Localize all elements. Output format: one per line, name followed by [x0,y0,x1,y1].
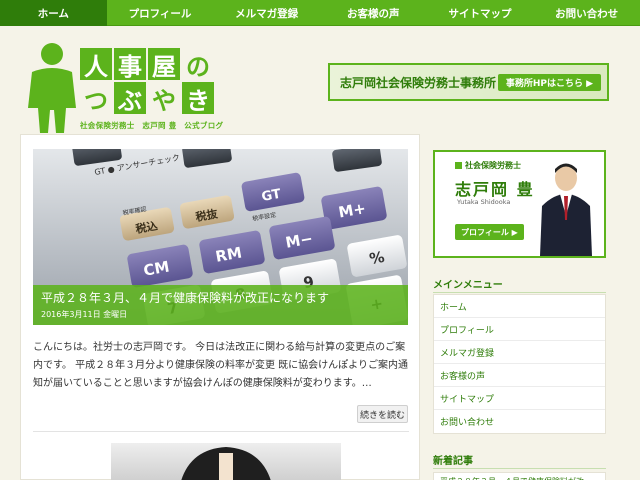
menu-item-home[interactable]: ホーム [434,295,605,318]
logo-char: 人 [80,48,112,81]
logo-title-row-2: つ ぶ や き [80,82,214,115]
read-more-button[interactable]: 続きを読む [357,405,408,423]
profile-button[interactable]: プロフィール ▶ [455,224,524,240]
post-excerpt: こんにちは。社労士の志戸岡です。 今日は法改正に関わる給与計算の変更点のご案内で… [33,342,408,389]
office-hp-button[interactable]: 事務所HPはこちら ▶ [497,74,601,91]
menu-item-profile[interactable]: プロフィール [434,318,605,341]
menu-item-contact[interactable]: お問い合わせ [434,410,605,433]
logo-char: 屋 [148,48,180,81]
profile-roman-name: Yutaka Shidooka [457,198,511,206]
nav-contact[interactable]: お問い合わせ [533,0,640,26]
logo-title-row-1: 人 事 屋 の [80,48,214,81]
post-title[interactable]: 平成２８年３月、４月で健康保険料が改正になります [41,289,329,306]
menu-item-newsletter[interactable]: メルマガ登録 [434,341,605,364]
logo-char: 事 [114,48,146,81]
office-name: 志戸岡社会保険労務士事務所 [340,76,497,90]
logo-subtitle: 社会保険労務士 志戸岡 豊 公式ブログ [80,121,224,130]
main-menu-heading: メインメニュー [433,280,503,291]
person-illustration [181,447,271,480]
logo-person-silhouette [28,43,76,133]
profile-photo [540,163,592,256]
logo-char: き [182,82,214,115]
nav-profile[interactable]: プロフィール [107,0,214,26]
office-banner[interactable]: 志戸岡社会保険労務士事務所 事務所HPはこちら ▶ [328,63,609,101]
logo-char: の [186,52,210,81]
sidebar: 社会保険労務士 志戸岡 豊 Yutaka Shidooka プロフィール ▶ メ… [430,134,620,480]
profile-name: 志戸岡 豊 [455,180,535,199]
main-content: GT ● アンサーチェック 税込 税率確認 税抜 GT 税率設定 M+ CM R… [20,134,420,480]
main-menu: ホーム プロフィール メルマガ登録 お客様の声 サイトマップ お問い合わせ [433,294,606,434]
logo-char: つ [84,86,108,115]
nav-testimonials[interactable]: お客様の声 [320,0,427,26]
post-hero-image[interactable]: GT ● アンサーチェック 税込 税率確認 税抜 GT 税率設定 M+ CM R… [33,149,408,325]
post-divider [33,431,409,432]
main-menu-heading-rule [433,292,606,293]
profile-card[interactable]: 社会保険労務士 志戸岡 豊 Yutaka Shidooka プロフィール ▶ [433,150,606,258]
recent-post-item[interactable]: 平成２８年３月、４月で健康保険料が改 [433,472,606,480]
site-header: 人 事 屋 の つ ぶ や き 社会保険労務士 志戸岡 豊 公式ブログ 志戸岡社… [0,26,640,134]
menu-item-sitemap[interactable]: サイトマップ [434,387,605,410]
next-post-thumbnail[interactable] [111,443,341,480]
calc-key-label: % [368,248,386,268]
nav-newsletter[interactable]: メルマガ登録 [213,0,320,26]
logo-char: ぶ [114,82,146,115]
menu-item-testimonials[interactable]: お客様の声 [434,364,605,387]
top-nav: ホーム プロフィール メルマガ登録 お客様の声 サイトマップ お問い合わせ [0,0,640,26]
post-date: 2016年3月11日 金曜日 [41,310,128,319]
recent-posts-heading-rule [433,468,606,469]
nav-home[interactable]: ホーム [0,0,107,26]
profile-role: 社会保険労務士 [455,160,521,171]
post-caption[interactable]: 平成２８年３月、４月で健康保険料が改正になります 2016年3月11日 金曜日 [33,285,408,325]
logo-char: や [152,86,176,115]
nav-sitemap[interactable]: サイトマップ [427,0,534,26]
recent-posts-heading: 新着記事 [433,456,473,467]
